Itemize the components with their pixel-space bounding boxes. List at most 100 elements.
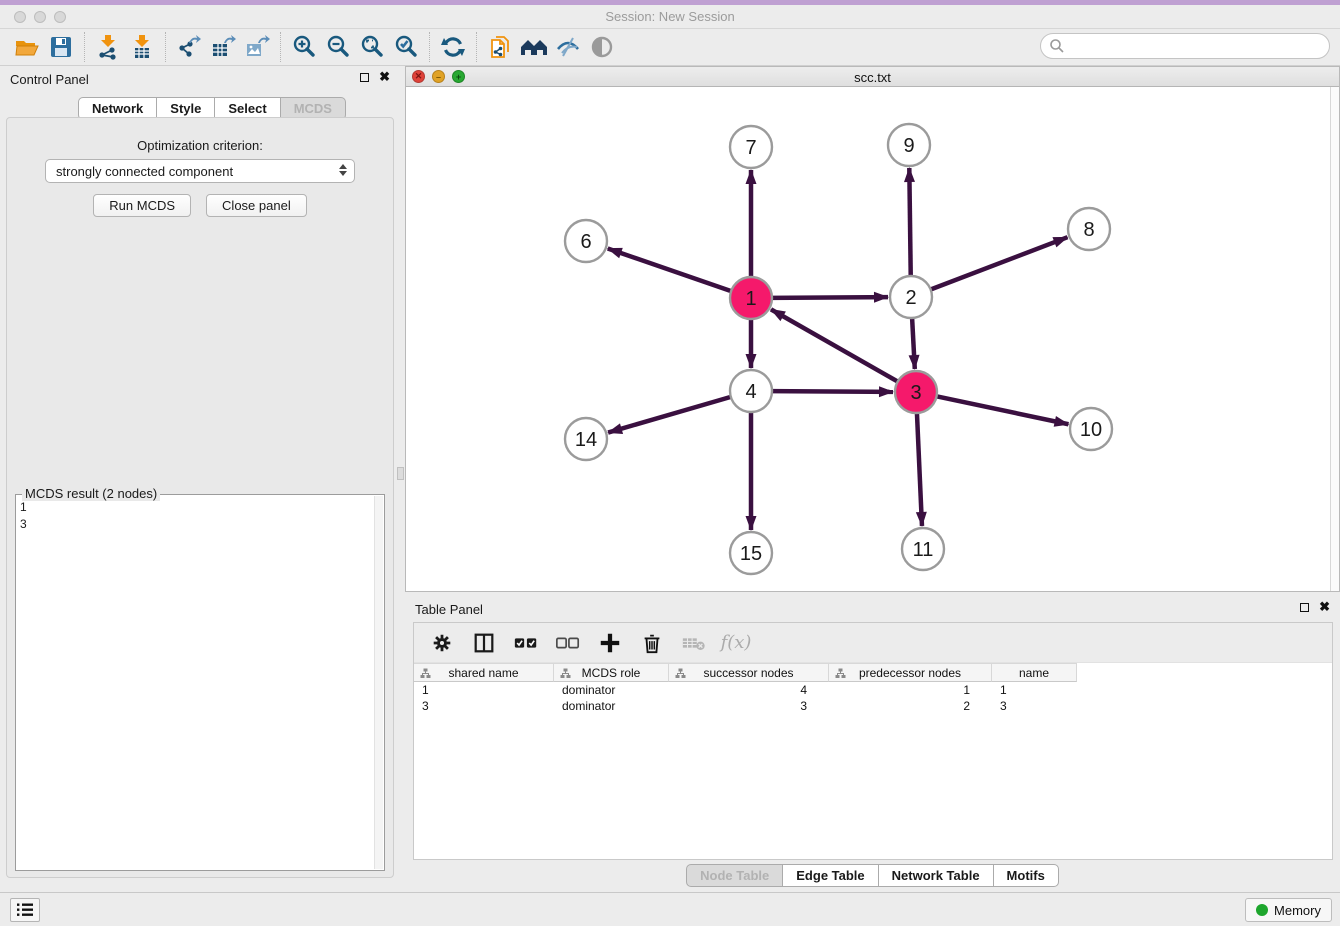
graph-node-2[interactable]: 2	[890, 276, 932, 318]
graph-node-1[interactable]: 1	[730, 277, 772, 319]
deselect-all-rows-button[interactable]	[554, 629, 582, 657]
graph-node-4[interactable]: 4	[730, 370, 772, 412]
table-tab-motifs[interactable]: Motifs	[993, 864, 1059, 887]
graph-node-7[interactable]: 7	[730, 126, 772, 168]
export-image-button[interactable]	[240, 32, 274, 62]
delete-column-button[interactable]	[638, 629, 666, 657]
table-cell[interactable]: 3	[414, 698, 554, 714]
import-table-button[interactable]	[125, 32, 159, 62]
table-cell[interactable]: 1	[414, 682, 554, 698]
graph-edge-3-10[interactable]	[937, 396, 1069, 424]
column-header-predecessor-nodes[interactable]: predecessor nodes	[829, 663, 992, 682]
criterion-dropdown[interactable]: strongly connected component	[45, 159, 355, 183]
graph-node-label: 3	[910, 382, 921, 404]
function-builder-button[interactable]: f(x)	[722, 629, 750, 657]
table-cell[interactable]: 1	[829, 682, 992, 698]
status-bar: Memory	[0, 892, 1340, 926]
zoom-out-button[interactable]	[321, 32, 355, 62]
close-table-panel-icon[interactable]: ✖	[1319, 601, 1330, 613]
create-column-button[interactable]	[596, 629, 624, 657]
run-mcds-button[interactable]: Run MCDS	[93, 194, 191, 217]
export-table-button[interactable]	[206, 32, 240, 62]
table-cell[interactable]: dominator	[554, 682, 669, 698]
zoom-selected-button[interactable]	[389, 32, 423, 62]
column-header-successor-nodes[interactable]: successor nodes	[669, 663, 829, 682]
float-table-panel-icon[interactable]	[1300, 603, 1309, 612]
save-session-button[interactable]	[44, 32, 78, 62]
zoom-fit-button[interactable]	[355, 32, 389, 62]
home-view-button[interactable]	[517, 32, 551, 62]
graph-edge-4-14[interactable]	[608, 397, 731, 433]
table-cell[interactable]: 3	[669, 698, 829, 714]
export-network-button[interactable]	[172, 32, 206, 62]
graph-node-14[interactable]: 14	[565, 418, 607, 460]
vertical-splitter-handle[interactable]	[397, 467, 404, 480]
table-tab-network-table[interactable]: Network Table	[878, 864, 994, 887]
dropdown-chevrons-icon	[339, 164, 347, 176]
toolbar-separator	[165, 32, 166, 62]
graph-node-9[interactable]: 9	[888, 124, 930, 166]
delete-table-button[interactable]	[680, 629, 708, 657]
column-header-shared-name[interactable]: shared name	[414, 663, 554, 682]
application-window: Session: New Session	[0, 0, 1340, 926]
graph-edge-2-3[interactable]	[912, 318, 915, 369]
graph-edge-2-8[interactable]	[931, 237, 1068, 289]
network-vertical-scrollbar[interactable]	[1330, 87, 1339, 591]
graph-node-label: 14	[575, 429, 597, 451]
table-cell[interactable]: 2	[829, 698, 992, 714]
graph-edge-3-11[interactable]	[917, 413, 922, 526]
table-cell[interactable]: 4	[669, 682, 829, 698]
memory-button[interactable]: Memory	[1245, 898, 1332, 922]
zoom-in-button[interactable]	[287, 32, 321, 62]
graph-edge-1-2[interactable]	[772, 297, 888, 298]
import-network-button[interactable]	[91, 32, 125, 62]
table-tab-node-table[interactable]: Node Table	[686, 864, 783, 887]
search-icon	[1049, 38, 1065, 54]
graph-node-15[interactable]: 15	[730, 532, 772, 574]
window-title: Session: New Session	[0, 9, 1340, 24]
network-canvas[interactable]: 7 9 6 8 1 2 4 3 14 10 15 11	[406, 87, 1330, 591]
toolbar-separator	[280, 32, 281, 62]
table-cell[interactable]: dominator	[554, 698, 669, 714]
table-row[interactable]: 3dominator323	[414, 698, 1077, 714]
zoom-fit-icon	[359, 34, 385, 60]
table-settings-button[interactable]	[428, 629, 456, 657]
column-header-mcds-role[interactable]: MCDS role	[554, 663, 669, 682]
show-column-panel-button[interactable]	[470, 629, 498, 657]
global-search-field[interactable]	[1040, 33, 1330, 59]
column-header-name[interactable]: name	[992, 663, 1077, 682]
table-cell[interactable]: 1	[992, 682, 1077, 698]
zoom-out-icon	[325, 34, 351, 60]
open-session-button[interactable]	[10, 32, 44, 62]
table-cell[interactable]: 3	[992, 698, 1077, 714]
close-panel-icon[interactable]: ✖	[379, 71, 390, 83]
hide-selected-button[interactable]	[551, 32, 585, 62]
graph-node-6[interactable]: 6	[565, 220, 607, 262]
network-view-window: ✕ – + scc.txt 7 9 6 8 1 2 4 3 14 10 15 11	[405, 66, 1340, 592]
show-graphics-details-button[interactable]	[585, 32, 619, 62]
table-row[interactable]: 1dominator411	[414, 682, 1077, 698]
mcds-result-text: 13	[20, 499, 372, 868]
clone-network-button[interactable]	[483, 32, 517, 62]
result-scrollbar[interactable]	[374, 496, 383, 869]
titlebar[interactable]: Session: New Session	[0, 5, 1340, 29]
graph-node-label: 2	[905, 287, 916, 309]
refresh-button[interactable]	[436, 32, 470, 62]
hierarchy-icon	[835, 668, 846, 679]
graph-edge-1-6[interactable]	[608, 249, 731, 292]
close-panel-button[interactable]: Close panel	[206, 194, 307, 217]
graph-edge-2-9[interactable]	[909, 168, 910, 276]
graph-node-3[interactable]: 3	[895, 371, 937, 413]
column-header-label: predecessor nodes	[859, 666, 961, 680]
task-history-button[interactable]	[10, 898, 40, 922]
graph-node-10[interactable]: 10	[1070, 408, 1112, 450]
search-input[interactable]	[1065, 39, 1329, 54]
float-panel-icon[interactable]	[360, 73, 369, 82]
select-all-rows-button[interactable]	[512, 629, 540, 657]
graph-edge-4-3[interactable]	[772, 391, 893, 392]
network-window-titlebar[interactable]: ✕ – + scc.txt	[406, 67, 1339, 87]
table-tab-edge-table[interactable]: Edge Table	[782, 864, 878, 887]
graph-node-11[interactable]: 11	[902, 528, 944, 570]
graph-edge-3-1[interactable]	[771, 309, 898, 381]
graph-node-8[interactable]: 8	[1068, 208, 1110, 250]
